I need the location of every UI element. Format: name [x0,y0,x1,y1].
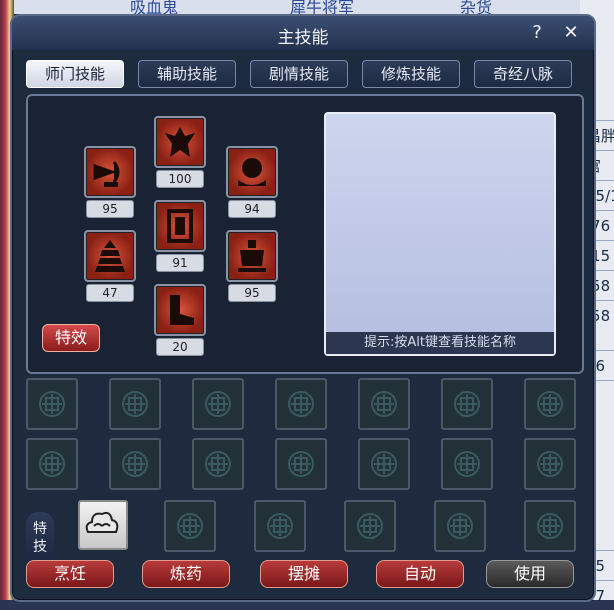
tab-cultivation-skills[interactable]: 修炼技能 [362,60,460,88]
empty-slot[interactable] [26,378,78,430]
empty-slot[interactable] [109,378,161,430]
skill-level: 95 [228,284,276,302]
help-button[interactable]: ? [526,22,548,44]
tab-support-skills[interactable]: 辅助技能 [138,60,236,88]
empty-slot[interactable] [358,438,410,490]
empty-slot[interactable] [275,378,327,430]
skill-level: 100 [156,170,204,188]
cauldron-icon[interactable] [226,230,278,282]
horn-icon[interactable] [84,146,136,198]
skill-level: 20 [156,338,204,356]
skill-level: 95 [86,200,134,218]
empty-slot[interactable] [434,500,486,552]
background-top-bar: 吸血鬼 犀牛将军 杂货 [0,0,614,17]
alchemy-button[interactable]: 炼药 [142,560,230,588]
empty-slot[interactable] [524,500,576,552]
mirror-icon[interactable] [226,146,278,198]
empty-slot[interactable] [441,378,493,430]
empty-slot[interactable] [192,378,244,430]
warrior-icon[interactable] [154,116,206,168]
empty-slot[interactable] [524,438,576,490]
skill-description-panel: 提示:按Alt键查看技能名称 [324,112,556,356]
empty-slot[interactable] [164,500,216,552]
alt-hint-text: 提示:按Alt键查看技能名称 [326,332,554,354]
use-button[interactable]: 使用 [486,560,574,588]
empty-slot[interactable] [358,378,410,430]
empty-slot[interactable] [441,438,493,490]
special-skill-cloud-icon[interactable] [78,500,128,550]
skill-level: 91 [156,254,204,272]
close-button[interactable]: ✕ [560,22,582,44]
special-skill-label-text: 特技 [33,521,47,555]
empty-slot[interactable] [524,378,576,430]
title-bar[interactable]: 主技能 ? ✕ [12,16,594,50]
skill-window: 主技能 ? ✕ 师门技能 辅助技能 剧情技能 修炼技能 奇经八脉 100 95 … [10,14,596,602]
skill-panel: 100 95 94 91 47 95 20 特效 提示:按Alt键查看技能名称 [26,94,584,374]
tab-story-skills[interactable]: 剧情技能 [250,60,348,88]
pagoda-icon[interactable] [84,230,136,282]
cooking-button[interactable]: 烹饪 [26,560,114,588]
skill-level: 47 [86,284,134,302]
tab-bar: 师门技能 辅助技能 剧情技能 修炼技能 奇经八脉 [26,60,586,88]
skill-level: 94 [228,200,276,218]
tab-meridians[interactable]: 奇经八脉 [474,60,572,88]
empty-slot[interactable] [192,438,244,490]
effects-button[interactable]: 特效 [42,324,100,352]
empty-slot[interactable] [344,500,396,552]
tab-school-skills[interactable]: 师门技能 [26,60,124,88]
boot-icon[interactable] [154,284,206,336]
empty-slot[interactable] [26,438,78,490]
stall-button[interactable]: 摆摊 [260,560,348,588]
empty-slot[interactable] [254,500,306,552]
empty-slot[interactable] [275,438,327,490]
banner-icon[interactable] [154,200,206,252]
window-title: 主技能 [277,28,329,48]
empty-slot[interactable] [109,438,161,490]
auto-button[interactable]: 自动 [376,560,464,588]
special-skill-label: 特技 [26,512,54,566]
